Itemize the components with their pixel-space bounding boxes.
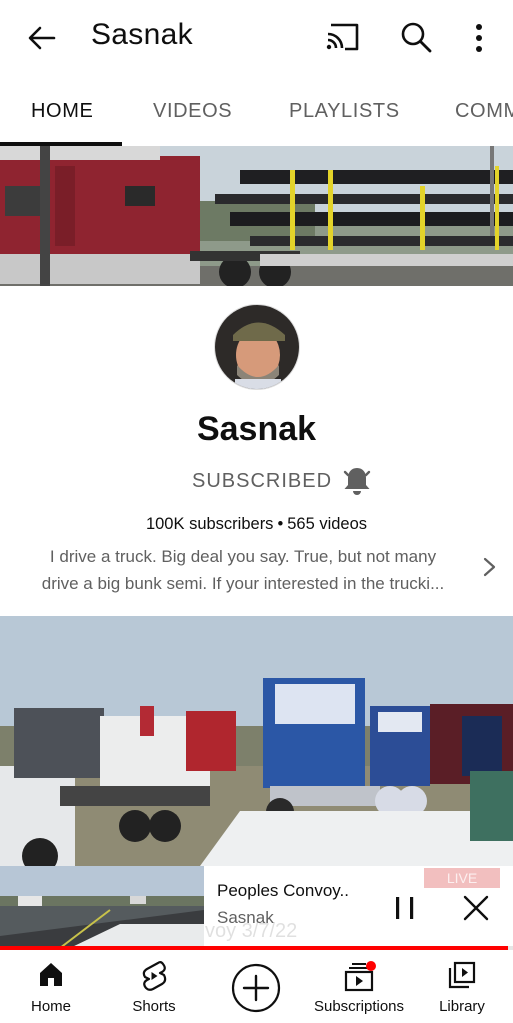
channel-description[interactable]: I drive a truck. Big deal you say. True,… bbox=[18, 543, 468, 597]
channel-tabs: HOME VIDEOS PLAYLISTS COMM bbox=[0, 74, 513, 146]
bottom-navigation: Home Shorts Subscriptions Library bbox=[0, 950, 513, 1023]
search-icon[interactable] bbox=[398, 19, 434, 55]
miniplayer-thumbnail[interactable] bbox=[0, 866, 204, 948]
featured-video-thumbnail[interactable] bbox=[0, 616, 513, 866]
pause-icon[interactable] bbox=[392, 894, 418, 922]
home-icon bbox=[40, 963, 62, 986]
channel-banner bbox=[0, 146, 513, 286]
nav-subscriptions-label: Subscriptions bbox=[313, 998, 405, 1015]
notification-dot bbox=[366, 961, 376, 971]
nav-home-label: Home bbox=[30, 998, 72, 1015]
nav-shorts[interactable]: Shorts bbox=[102, 950, 206, 1023]
library-icon bbox=[448, 961, 476, 989]
miniplayer-channel: Sasnak bbox=[217, 908, 274, 927]
video-count: 565 videos bbox=[287, 515, 368, 533]
live-badge: LIVE bbox=[424, 868, 500, 888]
subscriptions-icon bbox=[344, 961, 376, 992]
miniplayer[interactable]: voy 3/7/22 LIVE Peoples Convoy.. Sasnak bbox=[0, 866, 513, 948]
nav-library[interactable]: Library bbox=[412, 950, 513, 1023]
cast-icon[interactable] bbox=[325, 22, 361, 52]
description-line-1: I drive a truck. Big deal you say. True,… bbox=[49, 547, 437, 566]
subscribed-button[interactable]: SUBSCRIBED bbox=[192, 470, 332, 493]
chevron-right-icon[interactable] bbox=[478, 554, 500, 580]
back-arrow-icon[interactable] bbox=[24, 20, 60, 56]
tab-home[interactable]: HOME bbox=[31, 100, 93, 123]
close-icon[interactable] bbox=[460, 892, 492, 924]
banner-image bbox=[0, 146, 513, 286]
nav-home[interactable]: Home bbox=[0, 950, 102, 1023]
create-plus-icon[interactable] bbox=[231, 963, 281, 1013]
channel-title: Sasnak bbox=[91, 18, 193, 51]
thumbnail-image bbox=[0, 616, 513, 866]
tab-playlists[interactable]: PLAYLISTS bbox=[289, 100, 400, 123]
stats-separator: • bbox=[277, 515, 284, 533]
subscriber-count: 100K subscribers bbox=[145, 515, 274, 533]
channel-name: Sasnak bbox=[196, 410, 317, 448]
avatar-image bbox=[215, 305, 299, 389]
channel-avatar[interactable] bbox=[214, 304, 300, 390]
miniplayer-thumbnail-image bbox=[0, 866, 204, 948]
app-bar: Sasnak bbox=[0, 0, 513, 74]
nav-subscriptions[interactable]: Subscriptions bbox=[306, 950, 412, 1023]
nav-library-label: Library bbox=[439, 998, 485, 1015]
notification-bell-icon[interactable] bbox=[340, 464, 374, 498]
miniplayer-title[interactable]: Peoples Convoy.. bbox=[217, 881, 349, 901]
more-vert-icon[interactable] bbox=[466, 20, 492, 56]
channel-stats: 100K subscribers • 565 videos bbox=[0, 515, 513, 534]
description-line-2: drive a big bunk semi. If your intereste… bbox=[41, 574, 445, 593]
tab-videos[interactable]: VIDEOS bbox=[153, 100, 232, 123]
tab-community[interactable]: COMM bbox=[455, 100, 513, 123]
nav-shorts-label: Shorts bbox=[132, 998, 176, 1015]
shorts-icon bbox=[142, 961, 167, 991]
